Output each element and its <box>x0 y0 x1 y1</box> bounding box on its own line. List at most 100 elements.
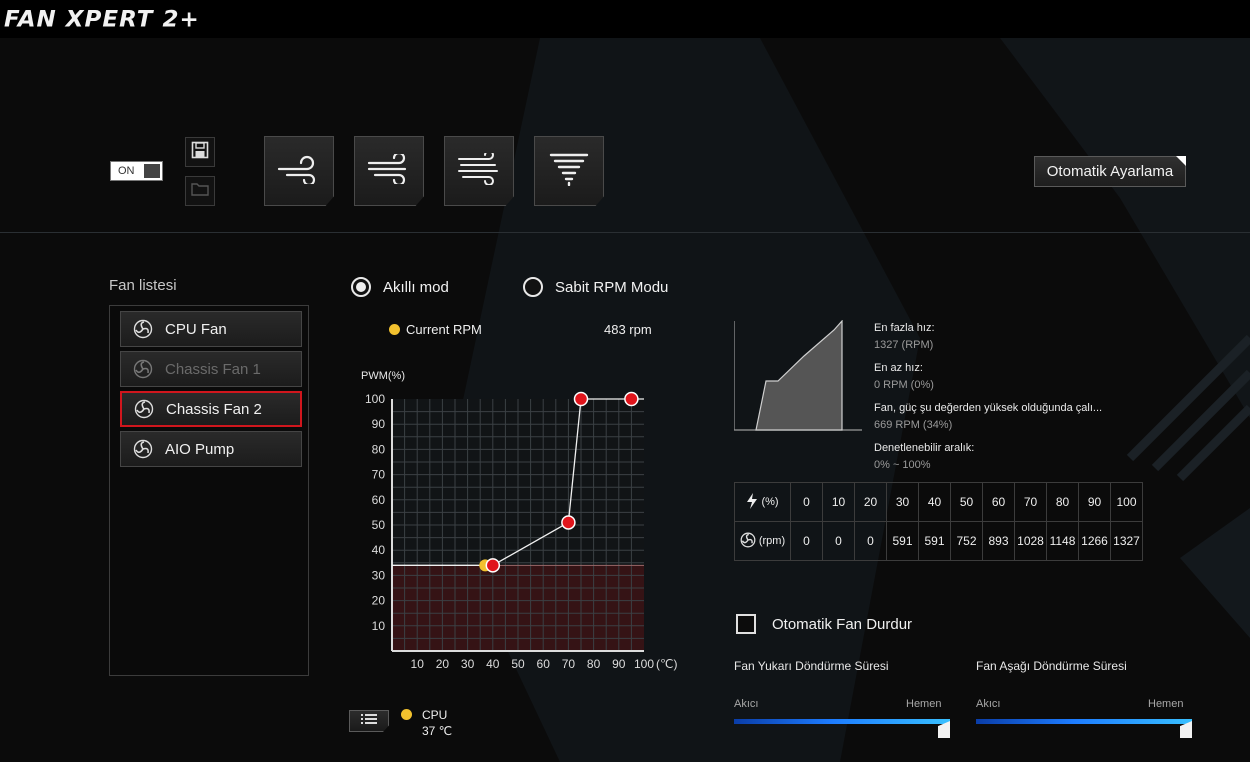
y-tick-label: 90 <box>372 417 386 431</box>
full-speed-profile-button[interactable] <box>534 136 604 206</box>
power-toggle[interactable]: ON <box>110 161 163 181</box>
y-tick-label: 20 <box>372 594 386 608</box>
x-tick-label: 50 <box>511 657 525 671</box>
y-tick-label: 40 <box>372 543 386 557</box>
spin-down-min-label: Akıcı <box>976 698 1001 710</box>
curve-control-point[interactable] <box>624 391 639 407</box>
spin-down-slider[interactable] <box>976 719 1192 724</box>
wind-medium-icon <box>367 151 411 189</box>
save-button[interactable] <box>185 137 215 167</box>
rpm-cell: 1266 <box>1078 521 1111 561</box>
spin-down-max-label: Hemen <box>1148 698 1184 710</box>
pwm-cell: 50 <box>950 482 983 522</box>
pwm-header-label: (%) <box>761 496 779 508</box>
fixed-rpm-mode-radio[interactable] <box>523 277 543 297</box>
curve-control-point[interactable] <box>561 515 576 530</box>
fan-icon <box>740 532 756 551</box>
curve-control-point[interactable] <box>573 391 589 407</box>
turbo-profile-button[interactable] <box>444 136 514 206</box>
smart-mode-label[interactable]: Akıllı mod <box>383 279 449 296</box>
floppy-disk-icon <box>191 141 209 164</box>
fan-item-label: Chassis Fan 2 <box>166 400 262 418</box>
current-rpm-label: Current RPM <box>406 322 482 337</box>
fan-list-title: Fan listesi <box>109 277 177 294</box>
lightning-icon <box>746 492 758 512</box>
pwm-row: (%) 0 10 20 30 40 50 60 70 80 90 100 <box>734 482 1143 522</box>
silent-profile-button[interactable] <box>264 136 334 206</box>
pwm-cell: 10 <box>822 482 855 522</box>
current-rpm-marker <box>389 324 400 335</box>
y-tick-label: 50 <box>372 518 386 532</box>
rpm-cell: 1028 <box>1014 521 1047 561</box>
pwm-cell: 40 <box>918 482 951 522</box>
fan-item-cpu-fan[interactable]: CPU Fan <box>120 311 302 347</box>
power-toggle-label: ON <box>118 165 135 177</box>
standard-profile-button[interactable] <box>354 136 424 206</box>
start-threshold-value: 669 RPM (34%) <box>874 419 953 431</box>
wind-low-icon <box>277 154 321 189</box>
min-speed-label: En az hız: <box>874 362 923 374</box>
x-tick-label: 80 <box>587 657 601 671</box>
list-icon <box>361 712 377 730</box>
app-title: FAN XPERT 2+ <box>4 7 200 33</box>
rpm-cell: 1327 <box>1110 521 1143 561</box>
auto-fan-stop-label[interactable]: Otomatik Fan Durdur <box>772 616 912 633</box>
auto-tune-button[interactable]: Otomatik Ayarlama <box>1034 156 1186 187</box>
spin-up-slider[interactable] <box>734 719 950 724</box>
folder-icon <box>191 181 209 202</box>
x-axis-label: (℃) <box>656 657 677 671</box>
rpm-cell: 893 <box>982 521 1015 561</box>
rpm-cell: 0 <box>790 521 823 561</box>
fan-curve-chart[interactable]: PWM(%) 10 20 30 40 50 60 70 80 90 100 10 20 30 40 50 60… <box>355 365 685 675</box>
pwm-cell: 70 <box>1014 482 1047 522</box>
rpm-cell: 591 <box>886 521 919 561</box>
fan-item-chassis-fan-2[interactable]: Chassis Fan 2 <box>120 391 302 427</box>
control-range-value: 0% ~ 100% <box>874 459 931 471</box>
y-tick-label: 30 <box>372 568 386 582</box>
max-speed-label: En fazla hız: <box>874 322 935 334</box>
pwm-cell: 20 <box>854 482 887 522</box>
rpm-cell: 0 <box>822 521 855 561</box>
fan-item-label: Chassis Fan 1 <box>165 360 261 378</box>
title-bar: FAN XPERT 2+ <box>0 0 1250 38</box>
x-tick-label: 30 <box>461 657 475 671</box>
pwm-cell: 80 <box>1046 482 1079 522</box>
pwm-cell: 0 <box>790 482 823 522</box>
start-threshold-label: Fan, güç şu değerden yüksek olduğunda ça… <box>874 402 1103 414</box>
fan-item-aio-pump[interactable]: AIO Pump <box>120 431 302 467</box>
wind-high-icon <box>457 149 501 190</box>
spin-up-title: Fan Yukarı Döndürme Süresi <box>734 659 889 673</box>
control-range-label: Denetlenebilir aralık: <box>874 442 975 454</box>
x-tick-label: 20 <box>436 657 450 671</box>
pwm-rpm-table: (%) 0 10 20 30 40 50 60 70 80 90 100 (rp… <box>734 482 1143 561</box>
max-speed-value: 1327 (RPM) <box>874 339 934 351</box>
pwm-header: (%) <box>734 482 791 522</box>
rpm-mini-graph <box>734 320 862 431</box>
spin-up-max-label: Hemen <box>906 698 942 710</box>
x-tick-label: 10 <box>411 657 425 671</box>
toggle-knob <box>144 164 160 178</box>
rpm-row: (rpm) 0 0 0 591 591 752 893 1028 1148 12… <box>734 521 1143 561</box>
smart-mode-radio[interactable] <box>351 277 371 297</box>
y-tick-label: 60 <box>372 493 386 507</box>
min-speed-value: 0 RPM (0%) <box>874 379 934 391</box>
fan-icon <box>133 319 153 339</box>
x-tick-label: 100 <box>634 657 654 671</box>
current-rpm-value: 483 rpm <box>604 322 652 337</box>
curve-control-point[interactable] <box>485 558 501 573</box>
open-profile-button[interactable] <box>185 176 215 206</box>
spin-down-title: Fan Aşağı Döndürme Süresi <box>976 659 1127 673</box>
toolbar-separator <box>0 232 1250 233</box>
sensor-list-button[interactable] <box>349 710 389 732</box>
fan-icon <box>133 359 153 379</box>
fixed-rpm-mode-label[interactable]: Sabit RPM Modu <box>555 279 668 296</box>
fan-item-label: CPU Fan <box>165 320 227 338</box>
rpm-cell: 1148 <box>1046 521 1079 561</box>
auto-fan-stop-checkbox[interactable] <box>736 614 756 634</box>
fan-item-chassis-fan-1[interactable]: Chassis Fan 1 <box>120 351 302 387</box>
pwm-cell: 100 <box>1110 482 1143 522</box>
rpm-cell: 591 <box>918 521 951 561</box>
sensor-label: CPU <box>422 708 448 722</box>
cpu-sensor-marker <box>401 709 412 720</box>
rpm-cell: 0 <box>854 521 887 561</box>
